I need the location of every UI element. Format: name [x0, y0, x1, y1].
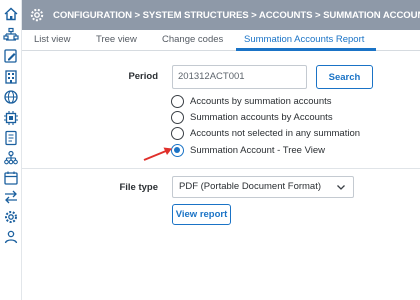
section-divider [22, 168, 420, 169]
calendar-icon[interactable] [3, 170, 19, 186]
option-summation-by-accounts[interactable]: Summation accounts by Accounts [171, 109, 333, 125]
option-label: Summation accounts by Accounts [190, 111, 333, 123]
file-type-value: PDF (Portable Document Format) [179, 181, 322, 192]
option-label: Accounts by summation accounts [190, 95, 332, 107]
period-input[interactable]: 201312ACT001 [172, 65, 307, 89]
active-tab-indicator [236, 48, 376, 51]
globe-icon[interactable] [3, 89, 19, 105]
users-icon[interactable] [3, 229, 19, 245]
tab-change-codes[interactable]: Change codes [162, 34, 223, 45]
option-summation-tree-view[interactable]: Summation Account - Tree View [171, 142, 325, 158]
annotation-arrow-icon [142, 142, 176, 164]
tab-summation-accounts-report[interactable]: Summation Accounts Report [244, 34, 364, 45]
radio-button[interactable] [171, 94, 184, 108]
file-type-select[interactable]: PDF (Portable Document Format) [172, 176, 354, 198]
transfer-arrows-icon[interactable] [3, 189, 19, 205]
hierarchy-icon[interactable] [3, 27, 19, 43]
settings-gear-icon[interactable] [3, 209, 19, 225]
period-label: Period [128, 71, 158, 82]
tab-list-view[interactable]: List view [34, 34, 70, 45]
option-accounts-by-summation[interactable]: Accounts by summation accounts [171, 93, 332, 109]
gear-icon [29, 7, 45, 23]
radio-button[interactable] [171, 110, 184, 124]
option-label: Accounts not selected in any summation [190, 127, 361, 139]
tab-bar: List view Tree view Change codes Summati… [22, 30, 420, 51]
home-icon[interactable] [3, 6, 19, 22]
radio-button[interactable] [171, 126, 184, 140]
chip-icon[interactable] [3, 110, 19, 126]
tab-tree-view[interactable]: Tree view [96, 34, 137, 45]
document-edit-icon[interactable] [3, 48, 19, 64]
ledger-icon[interactable] [3, 130, 19, 146]
building-icon[interactable] [3, 69, 19, 85]
breadcrumb: CONFIGURATION > SYSTEM STRUCTURES > ACCO… [53, 9, 420, 21]
org-chart-icon[interactable] [3, 150, 19, 166]
option-accounts-not-selected[interactable]: Accounts not selected in any summation [171, 125, 360, 141]
breadcrumb-bar: CONFIGURATION > SYSTEM STRUCTURES > ACCO… [22, 0, 420, 30]
file-type-label: File type [119, 182, 158, 193]
view-report-button[interactable]: View report [172, 204, 231, 225]
sidebar-rail [0, 0, 22, 300]
app-window: CONFIGURATION > SYSTEM STRUCTURES > ACCO… [0, 0, 420, 300]
chevron-down-icon [335, 181, 347, 193]
option-label: Summation Account - Tree View [190, 144, 325, 156]
search-button[interactable]: Search [316, 65, 373, 89]
